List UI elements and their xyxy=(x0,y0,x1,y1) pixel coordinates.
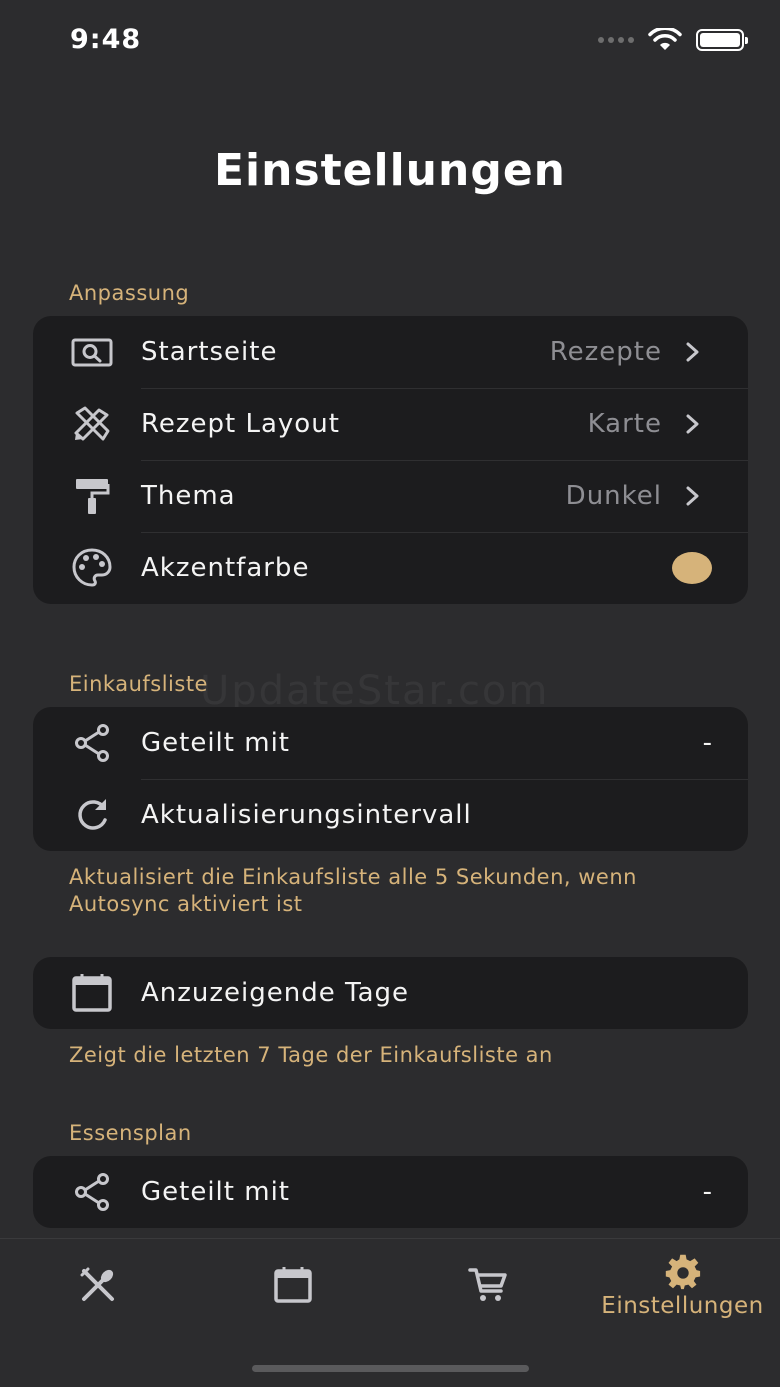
row-label: Aktualisierungsintervall xyxy=(141,800,472,830)
row-thema[interactable]: Thema Dunkel xyxy=(33,460,748,532)
tab-settings[interactable]: Einstellungen xyxy=(585,1239,780,1339)
status-bar: 9:48 xyxy=(0,0,780,80)
accent-color-swatch[interactable] xyxy=(672,552,712,584)
row-essensplan-geteilt-mit[interactable]: Geteilt mit - xyxy=(33,1156,748,1228)
status-time: 9:48 xyxy=(70,24,142,55)
palette-icon xyxy=(71,547,113,589)
row-anzuzeigende-tage[interactable]: Anzuzeigende Tage xyxy=(33,957,748,1029)
share-icon xyxy=(71,722,113,764)
row-value: - xyxy=(702,728,712,758)
row-label: Geteilt mit xyxy=(141,728,290,758)
calendar-icon xyxy=(273,1267,312,1303)
row-einkaufsliste-geteilt-mit[interactable]: Geteilt mit - xyxy=(33,707,748,779)
footnote-tage: Zeigt die letzten 7 Tage der Einkaufslis… xyxy=(69,1043,553,1067)
row-value: Dunkel xyxy=(565,481,662,511)
row-label: Rezept Layout xyxy=(141,409,340,439)
share-icon xyxy=(71,1171,113,1213)
footnote-einkaufsliste: Aktualisiert die Einkaufsliste alle 5 Se… xyxy=(69,865,637,916)
section-label-essensplan: Essensplan xyxy=(69,1121,192,1145)
chevron-right-icon xyxy=(686,342,699,362)
row-label: Akzentfarbe xyxy=(141,553,310,583)
search-screen-icon xyxy=(71,331,113,373)
refresh-icon xyxy=(71,794,113,836)
calendar-icon xyxy=(71,972,113,1014)
wifi-icon xyxy=(648,28,682,50)
battery-icon xyxy=(696,29,748,51)
tools-icon xyxy=(71,403,113,445)
tab-recipes[interactable] xyxy=(0,1239,195,1339)
chevron-right-icon xyxy=(686,486,699,506)
group-einkaufsliste: Geteilt mit - Aktualisierungsintervall xyxy=(33,707,748,851)
cart-icon xyxy=(467,1268,507,1301)
row-value: Rezepte xyxy=(549,337,662,367)
tab-meal-plan[interactable] xyxy=(195,1239,390,1339)
utensils-icon xyxy=(80,1267,114,1301)
row-value: - xyxy=(702,1177,712,1207)
home-indicator[interactable] xyxy=(252,1365,529,1372)
row-startseite[interactable]: Startseite Rezepte xyxy=(33,316,748,388)
row-label: Anzuzeigende Tage xyxy=(141,978,410,1008)
page-title: Einstellungen xyxy=(213,145,566,196)
paint-roller-icon xyxy=(71,475,113,517)
group-essensplan: Geteilt mit - xyxy=(33,1156,748,1228)
row-rezept-layout[interactable]: Rezept Layout Karte xyxy=(33,388,748,460)
tab-label: Einstellungen xyxy=(601,1293,764,1319)
chevron-right-icon xyxy=(686,414,699,434)
signal-icon xyxy=(598,37,634,43)
row-label: Thema xyxy=(141,481,236,511)
row-label: Geteilt mit xyxy=(141,1177,290,1207)
section-label-einkaufsliste: Einkaufsliste xyxy=(69,672,208,696)
row-akzentfarbe[interactable]: Akzentfarbe xyxy=(33,532,748,604)
row-value: Karte xyxy=(587,409,662,439)
row-label: Startseite xyxy=(141,337,278,367)
group-anpassung: Startseite Rezepte Rezept Layout Karte T… xyxy=(33,316,748,604)
status-icons xyxy=(598,28,748,52)
row-aktualisierungsintervall[interactable]: Aktualisierungsintervall xyxy=(33,779,748,851)
section-label-anpassung: Anpassung xyxy=(69,281,190,305)
gear-icon xyxy=(665,1254,700,1290)
tab-shopping[interactable] xyxy=(390,1239,585,1339)
group-tage: Anzuzeigende Tage xyxy=(33,957,748,1029)
